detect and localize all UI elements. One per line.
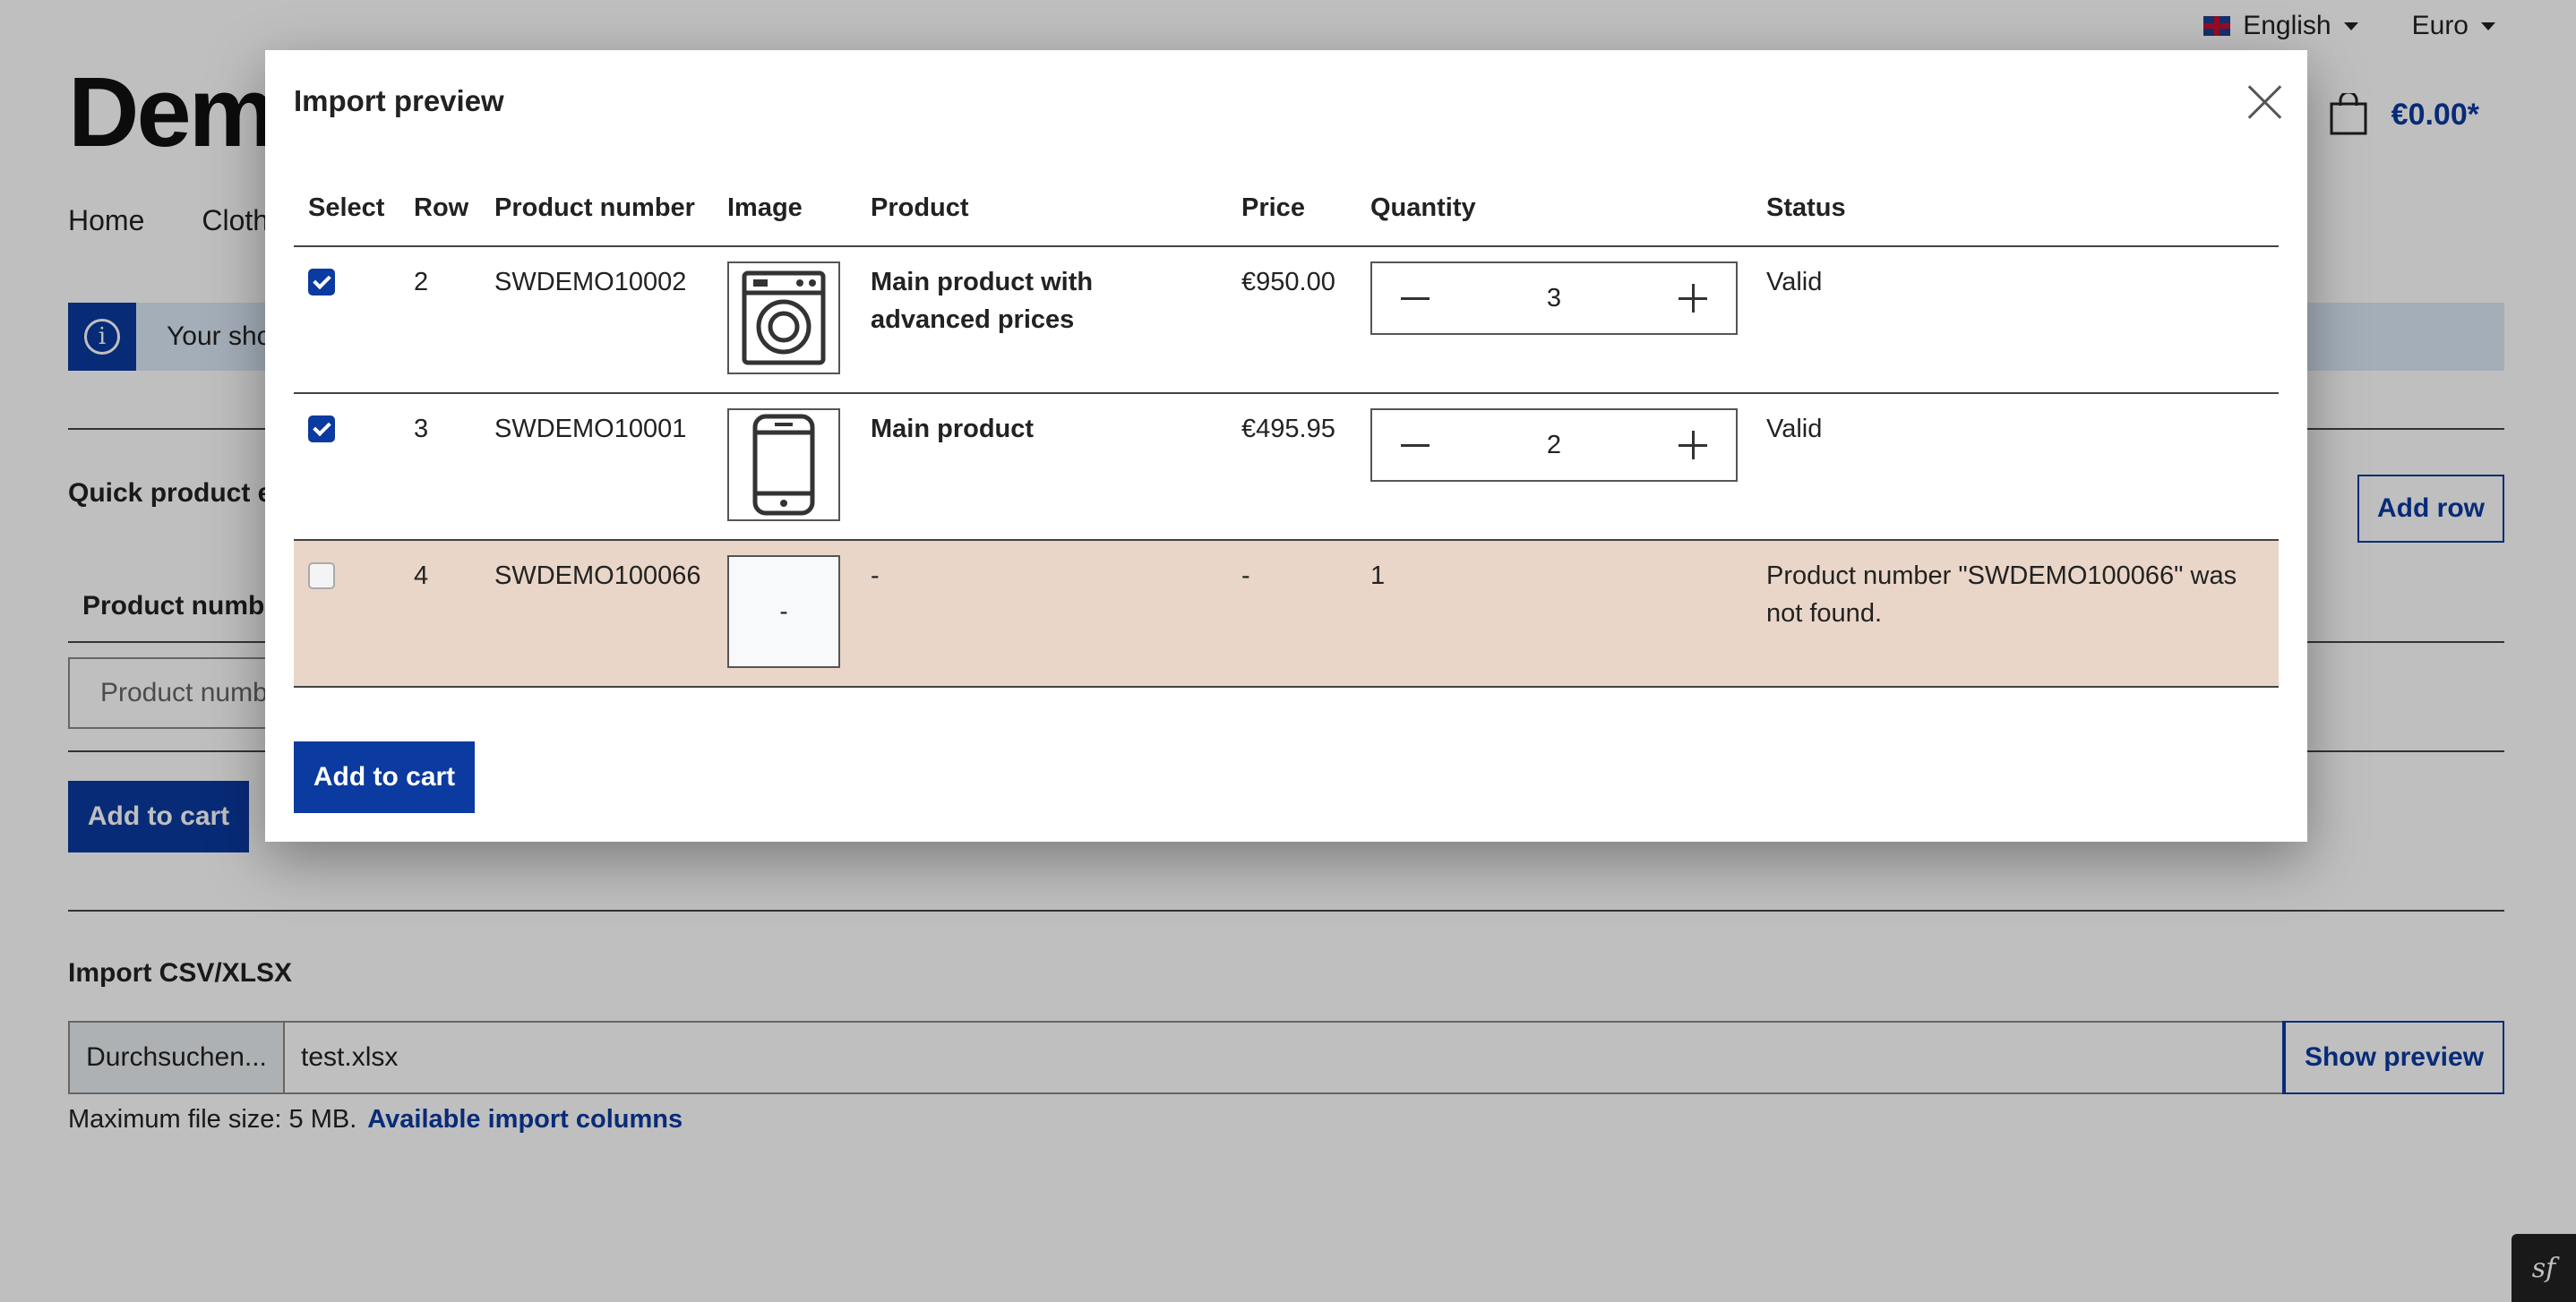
- washing-machine-icon: [742, 270, 826, 365]
- preview-table: Select Row Product number Image Product …: [294, 193, 2279, 688]
- product-number: SWDEMO10002: [494, 268, 687, 296]
- product-number: SWDEMO10001: [494, 415, 687, 443]
- column-header-product-number: Product number: [494, 193, 695, 222]
- quantity-input[interactable]: 3: [1458, 284, 1650, 313]
- plus-icon[interactable]: [1650, 410, 1736, 480]
- quantity-stepper: 3: [1370, 261, 1738, 335]
- select-checkbox[interactable]: [308, 562, 335, 589]
- column-header-status: Status: [1766, 193, 1846, 222]
- product-image-placeholder: -: [727, 555, 840, 668]
- select-checkbox[interactable]: [308, 269, 335, 296]
- add-to-cart-button[interactable]: Add to cart: [294, 741, 475, 813]
- column-header-quantity: Quantity: [1370, 193, 1476, 222]
- import-preview-modal: Import preview Select Row Product number…: [265, 50, 2307, 842]
- column-header-image: Image: [727, 193, 803, 222]
- table-row-error: 4 SWDEMO100066 - - - 1 Product number "S…: [294, 541, 2279, 688]
- quantity-value: 1: [1370, 561, 1386, 590]
- price: €495.95: [1241, 415, 1335, 443]
- price: -: [1241, 561, 1250, 590]
- minus-icon[interactable]: [1372, 410, 1458, 480]
- modal-title: Import preview: [294, 84, 504, 117]
- select-checkbox[interactable]: [308, 415, 335, 442]
- product-number: SWDEMO100066: [494, 561, 701, 590]
- row-number: 3: [414, 415, 429, 443]
- column-header-row: Row: [414, 193, 469, 222]
- status-text: Valid: [1766, 268, 1823, 296]
- close-icon[interactable]: [2245, 82, 2284, 122]
- product-image: [727, 261, 840, 374]
- column-header-product: Product: [871, 193, 969, 222]
- product-name: -: [871, 561, 880, 590]
- table-header: Select Row Product number Image Product …: [294, 193, 2279, 247]
- price: €950.00: [1241, 268, 1335, 296]
- quantity-stepper: 2: [1370, 408, 1738, 482]
- table-row: 3 SWDEMO10001 Main product €495.95 2 Val…: [294, 394, 2279, 541]
- smartphone-icon: [752, 414, 815, 516]
- column-header-select: Select: [308, 193, 385, 222]
- row-number: 4: [414, 561, 429, 590]
- product-name[interactable]: Main product with advanced prices: [871, 263, 1130, 338]
- quantity-input[interactable]: 2: [1458, 431, 1650, 460]
- product-image: [727, 408, 840, 521]
- plus-icon[interactable]: [1650, 263, 1736, 333]
- product-name[interactable]: Main product: [871, 410, 1034, 448]
- minus-icon[interactable]: [1372, 263, 1458, 333]
- status-text: Product number "SWDEMO100066" was not fo…: [1766, 561, 2237, 628]
- row-number: 2: [414, 268, 429, 296]
- table-row: 2 SWDEMO10002 Main product with advanced…: [294, 247, 2279, 394]
- status-text: Valid: [1766, 415, 1823, 443]
- column-header-price: Price: [1241, 193, 1305, 222]
